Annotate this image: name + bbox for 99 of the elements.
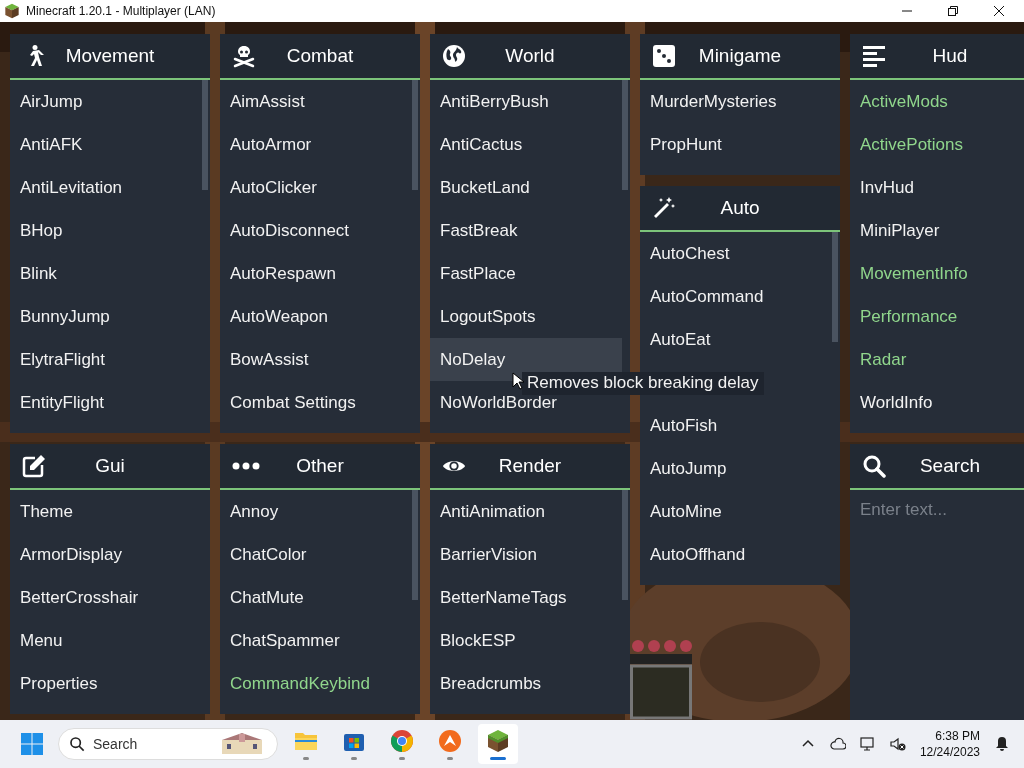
module-item[interactable]: BowAssist <box>220 338 412 381</box>
globe-icon <box>442 44 466 68</box>
module-item[interactable]: BHop <box>10 209 202 252</box>
module-item[interactable]: ArmorDisplay <box>10 533 202 576</box>
panel-title: Render <box>498 455 562 477</box>
scrollbar[interactable] <box>202 80 208 190</box>
cloud-icon[interactable] <box>829 736 846 752</box>
scrollbar[interactable] <box>412 490 418 600</box>
scrollbar[interactable] <box>412 80 418 190</box>
module-item[interactable]: BucketLand <box>430 166 622 209</box>
module-item[interactable]: AntiAFK <box>10 123 202 166</box>
window-title: Minecraft 1.20.1 - Multiplayer (LAN) <box>26 4 216 18</box>
module-item[interactable]: AutoDisconnect <box>220 209 412 252</box>
module-item[interactable]: WorldInfo <box>850 381 1024 424</box>
module-item[interactable]: Annoy <box>220 490 412 533</box>
taskbar-app[interactable] <box>478 724 518 764</box>
grass-block-icon <box>4 3 20 19</box>
clock-time: 6:38 PM <box>935 728 980 744</box>
module-item[interactable]: ChatColor <box>220 533 412 576</box>
module-item[interactable]: AirJump <box>10 80 202 123</box>
module-item[interactable]: Radar <box>850 338 1024 381</box>
module-item[interactable]: BetterCrosshair <box>10 576 202 619</box>
module-item[interactable]: AutoJump <box>640 447 832 490</box>
module-item[interactable]: AutoOffhand <box>640 533 832 576</box>
grass-block-icon[interactable] <box>486 728 510 753</box>
module-item[interactable]: AutoArmor <box>220 123 412 166</box>
tooltip: Removes block breaking delay <box>522 372 764 395</box>
panel-title: Minigame <box>698 45 782 67</box>
module-item[interactable]: AntiLevitation <box>10 166 202 209</box>
panel-title: Movement <box>65 45 155 67</box>
align-left-icon <box>862 44 886 68</box>
module-item[interactable]: AntiBerryBush <box>430 80 622 123</box>
module-item[interactable]: ActivePotions <box>850 123 1024 166</box>
panel-title: Search <box>919 455 981 477</box>
bell-icon[interactable] <box>994 736 1010 752</box>
search-icon <box>69 736 85 752</box>
panel-title: Auto <box>720 197 760 219</box>
speaker-muted-icon[interactable] <box>889 736 906 752</box>
scrollbar[interactable] <box>832 232 838 342</box>
module-item[interactable]: Breadcrumbs <box>430 662 622 705</box>
panel-title: Hud <box>932 45 968 67</box>
module-item[interactable]: AutoRespawn <box>220 252 412 295</box>
module-item[interactable]: AntiAnimation <box>430 490 622 533</box>
panel-title: Gui <box>95 455 125 477</box>
edit-icon <box>22 454 46 478</box>
cursor-icon <box>512 372 524 390</box>
windows-start-icon[interactable] <box>20 732 44 756</box>
search-icon <box>862 454 886 478</box>
module-item[interactable]: Blink <box>10 252 202 295</box>
module-item[interactable]: AutoFish <box>640 404 832 447</box>
panel-title: Other <box>296 455 344 477</box>
ellipsis-icon <box>232 461 260 471</box>
module-item[interactable]: BarrierVision <box>430 533 622 576</box>
monitor-icon[interactable] <box>859 736 876 752</box>
triangle-logo-icon[interactable] <box>438 728 462 753</box>
module-item[interactable]: FastBreak <box>430 209 622 252</box>
module-item[interactable]: PropHunt <box>640 123 832 166</box>
module-item[interactable]: AutoWeapon <box>220 295 412 338</box>
module-item[interactable]: AntiCactus <box>430 123 622 166</box>
panel-title: World <box>505 45 555 67</box>
module-item[interactable]: AutoCommand <box>640 275 832 318</box>
module-item[interactable]: BunnyJump <box>10 295 202 338</box>
skull-icon <box>232 44 256 68</box>
module-item[interactable]: Performance <box>850 295 1024 338</box>
search-placeholder: Search <box>93 736 138 752</box>
module-item[interactable]: ActiveMods <box>850 80 1024 123</box>
module-item[interactable]: AutoMine <box>640 490 832 533</box>
module-item[interactable]: ChatMute <box>220 576 412 619</box>
close-icon[interactable] <box>994 6 1004 16</box>
module-item[interactable]: Theme <box>10 490 202 533</box>
module-item[interactable]: FastPlace <box>430 252 622 295</box>
scrollbar[interactable] <box>622 80 628 190</box>
module-item[interactable]: ElytraFlight <box>10 338 202 381</box>
clock-date: 12/24/2023 <box>919 744 980 760</box>
module-item[interactable]: Properties <box>10 662 202 705</box>
module-item[interactable]: LogoutSpots <box>430 295 622 338</box>
module-item[interactable]: InvHud <box>850 166 1024 209</box>
browser-icon[interactable] <box>390 728 414 753</box>
module-item[interactable]: AutoEat <box>640 318 832 361</box>
module-item[interactable]: AutoChest <box>640 232 832 275</box>
module-item[interactable]: EntityFlight <box>10 381 202 424</box>
restore-icon[interactable] <box>948 6 958 16</box>
taskbar-search-field[interactable]: Search <box>58 728 278 760</box>
module-item[interactable]: MiniPlayer <box>850 209 1024 252</box>
magic-wand-icon <box>652 196 676 220</box>
dice-icon <box>652 44 676 68</box>
text-input-field[interactable]: Enter text... <box>860 500 1024 520</box>
module-item[interactable]: MovementInfo <box>850 252 1024 295</box>
panel-title: Combat <box>286 45 354 67</box>
module-item[interactable]: Menu <box>10 619 202 662</box>
module-item[interactable]: CommandKeybind <box>220 662 412 705</box>
module-item[interactable]: AimAssist <box>220 80 412 123</box>
module-item[interactable]: BlockESP <box>430 619 622 662</box>
module-item[interactable]: MurderMysteries <box>640 80 832 123</box>
module-item[interactable]: Combat Settings <box>220 381 412 424</box>
module-item[interactable]: AutoClicker <box>220 166 412 209</box>
module-item[interactable]: BetterNameTags <box>430 576 622 619</box>
module-item[interactable]: ChatSpammer <box>220 619 412 662</box>
scrollbar[interactable] <box>622 490 628 600</box>
